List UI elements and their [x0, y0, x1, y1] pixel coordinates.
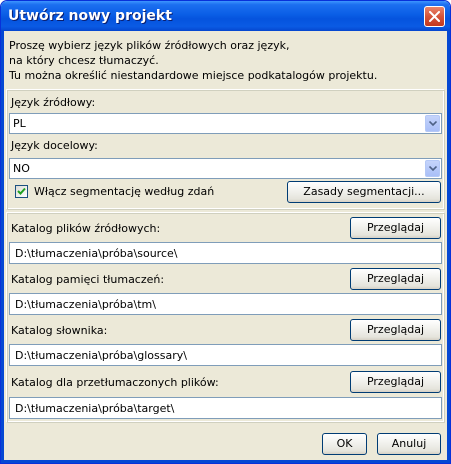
chevron-down-icon — [429, 121, 437, 126]
browse-source-button[interactable]: Przeglądaj — [350, 217, 441, 239]
dialog-window: Utwórz nowy projekt Proszę wybierz język… — [0, 0, 451, 464]
target-language-label: Język docelowy: — [11, 139, 98, 152]
glossary-dir-value: D:\tłumaczenia\próba\glossary\ — [15, 349, 187, 362]
target-dir-input[interactable]: D:\tłumaczenia\próba\target\ — [9, 397, 442, 419]
tm-dir-input[interactable]: D:\tłumaczenia\próba\tm\ — [9, 293, 442, 315]
segmentation-checkbox[interactable] — [15, 185, 28, 198]
window-frame-bottom — [1, 460, 450, 463]
window-frame-right — [447, 31, 450, 463]
segmentation-rules-button[interactable]: Zasady segmentacji... — [287, 181, 441, 203]
source-dir-input[interactable]: D:\tłumaczenia\próba\source\ — [9, 242, 442, 264]
source-language-select[interactable]: PL — [9, 113, 442, 134]
glossary-dir-label: Katalog słownika: — [11, 324, 108, 337]
glossary-dir-input[interactable]: D:\tłumaczenia\próba\glossary\ — [9, 344, 442, 366]
browse-tm-button[interactable]: Przeglądaj — [350, 268, 441, 290]
source-dir-label: Katalog plików źródłowych: — [11, 222, 161, 235]
source-language-value: PL — [13, 117, 26, 130]
browse-glossary-button[interactable]: Przeglądaj — [350, 319, 441, 341]
close-icon — [429, 11, 440, 22]
window-frame-left — [1, 31, 4, 463]
tm-dir-value: D:\tłumaczenia\próba\tm\ — [15, 298, 156, 311]
browse-target-button[interactable]: Przeglądaj — [350, 371, 441, 393]
checkmark-icon — [17, 187, 26, 195]
target-dir-value: D:\tłumaczenia\próba\target\ — [15, 402, 175, 415]
target-language-value: NO — [13, 162, 30, 175]
target-language-dropdown-button[interactable] — [425, 160, 440, 177]
close-button[interactable] — [424, 6, 445, 27]
segmentation-checkbox-label[interactable]: Włącz segmentację według zdań — [34, 185, 214, 198]
source-language-label: Język źródłowy: — [11, 96, 96, 109]
target-language-select[interactable]: NO — [9, 158, 442, 179]
tm-dir-label: Katalog pamięci tłumaczeń: — [11, 273, 165, 286]
chevron-down-icon — [429, 166, 437, 171]
intro-text: Proszę wybierz język plików źródłowych o… — [9, 39, 378, 82]
source-dir-value: D:\tłumaczenia\próba\source\ — [15, 247, 178, 260]
source-language-dropdown-button[interactable] — [425, 115, 440, 132]
ok-button[interactable]: OK — [322, 433, 367, 455]
title-bar[interactable]: Utwórz nowy projekt — [1, 1, 450, 31]
target-dir-label: Katalog dla przetłumaczonych plików: — [11, 376, 219, 389]
cancel-button[interactable]: Anuluj — [377, 433, 441, 455]
dialog-title: Utwórz nowy projekt — [8, 8, 172, 24]
